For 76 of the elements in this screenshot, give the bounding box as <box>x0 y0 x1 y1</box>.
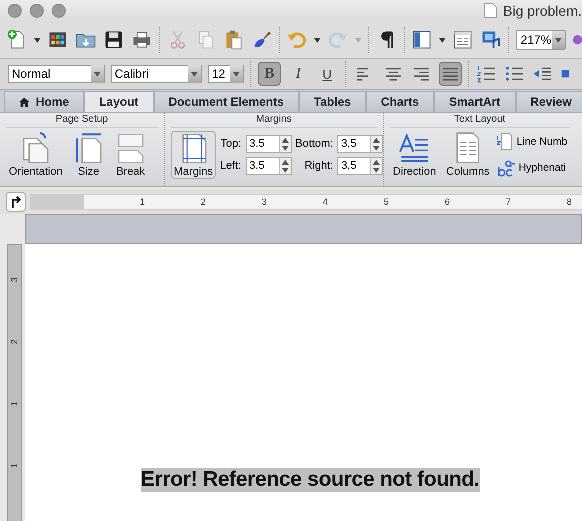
error-text: Error! Reference source not found. <box>141 468 480 492</box>
ribbon-tab[interactable]: Layout <box>84 91 154 112</box>
caret-icon[interactable] <box>439 38 446 42</box>
ribbon-item[interactable]: Line Numb <box>516 136 568 148</box>
ribbon-tab[interactable]: Review <box>516 91 582 112</box>
margin-field[interactable]: 3,5 <box>246 157 292 175</box>
ribbon-button[interactable]: Break <box>112 131 150 179</box>
caret-icon[interactable] <box>314 38 322 42</box>
save-icon[interactable] <box>103 29 125 51</box>
align-center-icon <box>384 68 402 80</box>
caret-icon <box>554 38 562 42</box>
ruler-number: 5 <box>382 196 389 208</box>
ruler-number: 4 <box>322 196 328 208</box>
align-justify-icon <box>442 68 460 80</box>
ribbon-button[interactable]: Orientation <box>6 131 66 179</box>
stepper-arrows-icon[interactable] <box>373 138 380 150</box>
ribbon-item[interactable]: Hyphenati <box>518 162 566 174</box>
home-icon <box>19 96 30 108</box>
close-button[interactable] <box>8 4 22 18</box>
ruler-number: 8 <box>566 196 572 208</box>
zoom-dropdown[interactable]: 217% <box>516 30 566 50</box>
margin-label: Left: <box>220 160 242 172</box>
ribbon-tab[interactable]: SmartArt <box>434 91 516 112</box>
ribbon-button[interactable]: Columns <box>443 131 493 179</box>
margins-button[interactable]: Margins <box>171 131 216 179</box>
stepper-arrows-icon[interactable] <box>373 160 380 172</box>
gallery-window-icon[interactable] <box>452 29 474 51</box>
line-numbers-icon <box>496 133 513 151</box>
stepper-arrows-icon[interactable] <box>282 160 289 172</box>
print-icon[interactable] <box>131 29 153 51</box>
ruler-number: 2 <box>10 340 20 344</box>
ruler-number: 7 <box>504 196 511 208</box>
font-size-dropdown[interactable]: 12 <box>208 65 244 83</box>
group-title: Page Setup <box>6 113 158 128</box>
margin-field[interactable]: 3,5 <box>337 135 384 153</box>
caret-icon[interactable] <box>34 38 41 42</box>
window-title: Big problem. <box>503 3 582 19</box>
minimize-button[interactable] <box>30 4 44 18</box>
text-direction-icon <box>398 132 431 164</box>
caret-icon <box>233 72 240 76</box>
tab-stop-icon <box>10 196 22 208</box>
style-dropdown[interactable]: Normal <box>8 65 105 83</box>
ruler-number: 1 <box>10 464 20 468</box>
ruler-number: 3 <box>10 278 20 282</box>
ribbon-tab[interactable]: Home <box>4 91 84 112</box>
ruler-number: 6 <box>444 196 450 208</box>
ribbon-tab[interactable]: Charts <box>366 91 434 112</box>
zoom-button[interactable] <box>52 4 66 18</box>
group-title: Text Layout <box>390 113 570 128</box>
ruler-number: 2 <box>200 196 206 208</box>
margin-label: Right: <box>304 160 334 172</box>
caret-icon <box>191 72 198 76</box>
ribbon-tab[interactable]: Document Elements <box>154 91 300 112</box>
ribbon-button[interactable]: Size <box>70 131 108 179</box>
ruler-number: 3 <box>260 196 267 208</box>
document-icon <box>484 3 498 19</box>
font-dropdown[interactable]: Calibri <box>110 65 202 83</box>
margin-label: Bottom: <box>296 138 334 150</box>
tab-selector[interactable] <box>6 192 26 212</box>
group-title: Margins <box>171 113 377 128</box>
ruler-number: 1 <box>10 402 20 406</box>
sidebar-icon[interactable] <box>411 29 434 51</box>
margin-field[interactable]: 3,5 <box>337 157 384 175</box>
stepper-arrows-icon[interactable] <box>282 138 289 150</box>
ribbon-button[interactable]: Direction <box>390 131 440 179</box>
margin-field[interactable]: 3,5 <box>246 135 292 153</box>
align-right-icon <box>413 68 430 80</box>
ruler-number: 1 <box>138 196 145 208</box>
hyphenation-icon <box>496 159 515 177</box>
margin-label: Top: <box>220 138 242 150</box>
italic-button[interactable]: I <box>287 62 310 86</box>
caret-icon <box>94 72 101 76</box>
align-justify-button[interactable] <box>439 62 462 86</box>
ribbon-tab[interactable]: Tables <box>299 91 366 112</box>
underline-button[interactable]: U <box>316 62 339 86</box>
bold-button[interactable]: B <box>258 62 282 86</box>
